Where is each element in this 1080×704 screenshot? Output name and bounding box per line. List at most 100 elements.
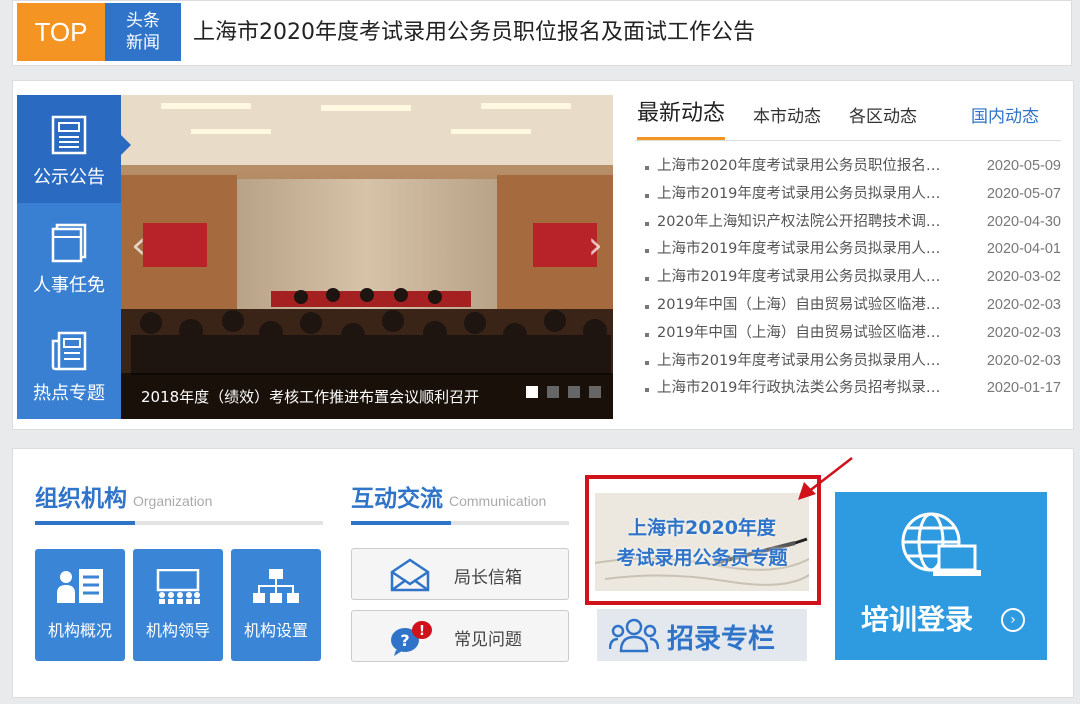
headline-bar: TOP 头条 新闻 上海市2020年度考试录用公务员职位报名及面试工作公告 [12, 0, 1072, 66]
svg-text:!: ! [419, 624, 425, 639]
news-link[interactable]: 2019年中国（上海）自由贸易试验区临港新片区管理委员会公开招聘结果公示 [657, 320, 953, 348]
slider-dot-1[interactable] [525, 386, 538, 398]
list-item: 上海市2019年度考试录用公务员拟录用人员名单公示 2020-04-01 [643, 236, 1063, 264]
training-label: 培训登录 [861, 603, 974, 636]
list-item: 上海市2019年度考试录用公务员拟录用人员名单公示 2020-02-03 [643, 348, 1063, 376]
feature-title-line1: 上海市2020年度 [628, 517, 776, 539]
news-link[interactable]: 2019年中国（上海）自由贸易试验区临港新片区管理委员会公开招聘公告 [657, 292, 953, 320]
news-link[interactable]: 上海市2019年度考试录用公务员拟录用人员名单公示 [657, 348, 953, 376]
news-date: 2020-03-02 [986, 269, 1061, 286]
feature-title-line2: 考试录用公务员专题 [616, 547, 788, 569]
globe-laptop-icon [901, 512, 981, 576]
faq-button[interactable]: ? ! 常见问题 [351, 610, 569, 662]
news-link[interactable]: 上海市2019年度考试录用公务员拟录用人员名单公示 [657, 236, 953, 264]
services-panel: 组织机构 Organization 互动交流 Communication 机构概况 … [12, 448, 1074, 698]
recruit-label: 招录专栏 [667, 624, 775, 655]
handwriting-background [595, 493, 809, 591]
news-date: 2020-05-07 [986, 185, 1061, 202]
side-item-label: 人事任免 [33, 275, 105, 296]
tab-domestic[interactable]: 国内动态 [971, 102, 1039, 127]
news-date: 2020-04-01 [986, 241, 1061, 258]
newspaper-icon [51, 331, 87, 371]
org-chart-icon [253, 569, 299, 603]
org-structure-button[interactable]: 机构设置 [231, 549, 321, 661]
news-tabs: 最新动态 本市动态 各区动态 国内动态 [635, 95, 1061, 141]
news-link[interactable]: 上海市2019年行政执法类公务员招考拟录用人员名单公示 [657, 375, 953, 403]
news-link[interactable]: 上海市2020年度考试录用公务员职位报名及面试工作公告 [657, 153, 953, 181]
com-button-label: 局长信箱 [454, 568, 522, 588]
headline-category-line1: 头条 [126, 11, 160, 31]
image-slider[interactable]: ‹ › 2018年度（绩效）考核工作推进布置会议顺利召开 [121, 95, 613, 419]
news-date: 2020-05-09 [986, 158, 1061, 174]
civil-service-exam-feature-banner[interactable]: 上海市2020年度 考试录用公务员专题 [585, 475, 821, 605]
top-badge: TOP [17, 3, 105, 61]
title-underline [351, 521, 451, 525]
headline-title-link[interactable]: 上海市2020年度考试录用公务员职位报名及面试工作公告 [193, 3, 755, 61]
slider-dot-4[interactable] [589, 386, 601, 398]
list-item: 上海市2019年度考试录用公务员拟录用人员名单公示 2020-05-07 [643, 181, 1063, 209]
tab-latest[interactable]: 最新动态 [637, 95, 726, 140]
slider-prev-button[interactable]: ‹ [131, 223, 146, 267]
side-item-notices[interactable]: 公示公告 [17, 95, 121, 203]
tab-local[interactable]: 本市动态 [753, 102, 821, 127]
org-overview-icon [57, 569, 103, 603]
news-date: 2020-02-03 [986, 324, 1061, 341]
headline-category-line2: 新闻 [126, 33, 160, 53]
news-link[interactable]: 2020年上海知识产权法院公开招聘技术调查官公告 [657, 209, 953, 237]
list-item: 上海市2019年行政执法类公务员招考拟录用人员名单公示 2020-01-17 [643, 375, 1063, 403]
org-button-label: 机构概况 [47, 621, 112, 640]
tab-districts[interactable]: 各区动态 [849, 102, 917, 127]
training-login-button[interactable]: 培训登录 › [835, 492, 1047, 660]
red-pointer-arrow-icon [798, 457, 853, 500]
news-date: 2020-04-30 [986, 213, 1061, 230]
org-overview-button[interactable]: 机构概况 [35, 549, 125, 661]
news-link[interactable]: 上海市2019年度考试录用公务员拟录用人员名单公示 [657, 181, 953, 209]
com-button-label: 常见问题 [454, 630, 522, 650]
slider-dots [522, 383, 601, 402]
list-item: 2020年上海知识产权法院公开招聘技术调查官公告 2020-04-30 [643, 209, 1063, 237]
mail-icon [390, 558, 430, 592]
communication-section-title: 互动交流 Communication [351, 479, 569, 525]
news-date: 2020-02-03 [986, 296, 1061, 313]
news-link[interactable]: 上海市2019年度考试录用公务员拟录用人员名单公示 [657, 264, 953, 292]
leadership-icon [156, 569, 200, 604]
recruitment-column-button[interactable]: 招录专栏 [597, 609, 807, 661]
news-date: 2020-02-03 [986, 352, 1061, 369]
side-item-topics[interactable]: 热点专题 [17, 311, 121, 419]
side-item-label: 公示公告 [33, 167, 105, 188]
document-icon [51, 223, 87, 263]
list-item: 上海市2020年度考试录用公务员职位报名及面试工作公告 2020-05-09 [643, 153, 1063, 181]
list-item: 上海市2019年度考试录用公务员拟录用人员名单公示 2020-03-02 [643, 264, 1063, 292]
side-item-appointments[interactable]: 人事任免 [17, 203, 121, 311]
director-mailbox-button[interactable]: 局长信箱 [351, 548, 569, 600]
organization-section-title: 组织机构 Organization [35, 479, 323, 525]
arrow-right-icon: › [1001, 608, 1025, 632]
organization-subtitle: Organization [133, 493, 213, 509]
organization-title: 组织机构 [35, 486, 127, 512]
feature-banner-image: 上海市2020年度 考试录用公务员专题 [595, 493, 809, 591]
active-indicator [121, 135, 131, 155]
news-list: 上海市2020年度考试录用公务员职位报名及面试工作公告 2020-05-09 上海… [643, 153, 1063, 403]
org-button-label: 机构领导 [145, 621, 210, 640]
people-group-icon [609, 618, 659, 653]
slider-next-button[interactable]: › [588, 223, 603, 267]
leadership-button[interactable]: 机构领导 [133, 549, 223, 661]
svg-text:?: ? [400, 631, 409, 650]
slide-caption-link[interactable]: 2018年度（绩效）考核工作推进布置会议顺利召开 [141, 386, 479, 407]
org-button-label: 机构设置 [243, 621, 308, 640]
meeting-photo [121, 95, 613, 419]
slider-dot-2[interactable] [546, 386, 559, 398]
title-underline [35, 521, 135, 525]
communication-subtitle: Communication [449, 493, 547, 509]
list-item: 2019年中国（上海）自由贸易试验区临港新片区管理委员会公开招聘公告 2020-0… [643, 292, 1063, 320]
headline-category: 头条 新闻 [105, 3, 181, 61]
faq-icon: ? ! [391, 621, 432, 656]
communication-title: 互动交流 [351, 486, 443, 512]
notice-icon [51, 115, 87, 155]
slider-dot-3[interactable] [567, 386, 580, 398]
news-panel: 公示公告 人事任免 热点专题 ‹ › 2018年度（绩效）考核工作推进布置会议顺… [12, 80, 1074, 430]
side-nav: 公示公告 人事任免 热点专题 [17, 95, 131, 419]
news-date: 2020-01-17 [986, 380, 1061, 397]
side-item-label: 热点专题 [33, 383, 105, 404]
list-item: 2019年中国（上海）自由贸易试验区临港新片区管理委员会公开招聘结果公示 2020… [643, 320, 1063, 348]
